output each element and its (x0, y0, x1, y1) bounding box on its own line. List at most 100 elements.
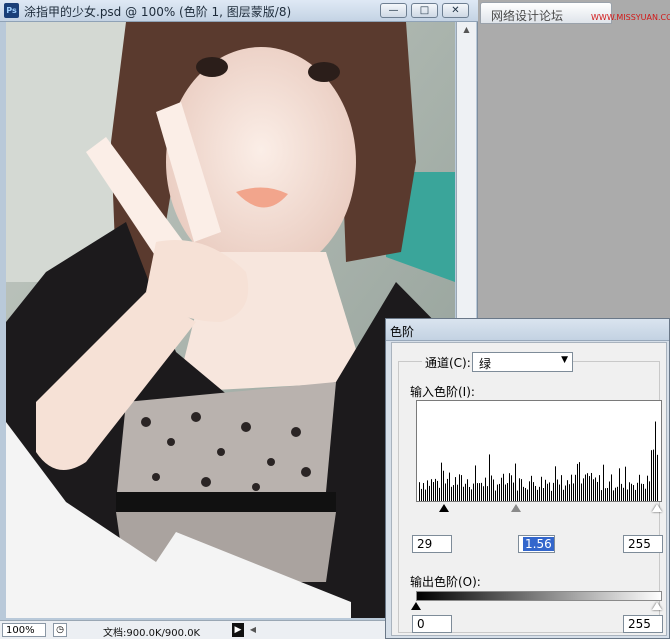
histogram-bar (423, 483, 424, 501)
output-slider[interactable] (411, 602, 662, 612)
histogram-bar (655, 421, 656, 501)
status-menu-arrow-icon[interactable]: ▶ (232, 623, 244, 637)
histogram-bar (429, 485, 430, 501)
output-black-handle[interactable] (411, 602, 421, 610)
output-black-field[interactable]: 0 (412, 615, 452, 633)
histogram-bar (567, 480, 568, 501)
histogram-bar (563, 489, 564, 501)
histogram-bar (461, 475, 462, 501)
histogram-bar (571, 474, 572, 501)
input-white-handle[interactable] (652, 504, 662, 512)
minimize-icon: — (388, 5, 399, 16)
histogram-bar (465, 483, 466, 501)
histogram-bar (531, 475, 532, 501)
histogram-bar (605, 488, 606, 501)
input-gamma-field[interactable]: 1.56 (518, 535, 555, 553)
levels-body: 通道(C): 绿 ▼ 输入色阶(I): 29 1.56 255 输出色阶(O):… (391, 342, 667, 636)
input-slider[interactable] (416, 504, 662, 514)
histogram-bar (603, 464, 604, 501)
histogram-bar (551, 490, 552, 501)
histogram-bar (467, 479, 468, 501)
histogram-bar (639, 474, 640, 501)
levels-title: 色阶 (390, 325, 415, 339)
histogram-bar (617, 486, 618, 501)
histogram-bar (473, 483, 474, 501)
histogram-bar (537, 489, 538, 501)
histogram-bar (503, 473, 504, 501)
panel-tab-label: 网络设计论坛 (491, 9, 564, 23)
histogram-bar (479, 483, 480, 501)
histogram-bar (615, 487, 616, 501)
input-black-handle[interactable] (439, 504, 449, 512)
status-info-icon[interactable]: ◷ (53, 623, 67, 637)
histogram-bar (443, 470, 444, 501)
histogram-bar (575, 474, 576, 501)
histogram-bar (591, 472, 592, 501)
histogram-bar (499, 483, 500, 501)
channel-select-value: 绿 (479, 357, 492, 371)
input-white-field[interactable]: 255 (623, 535, 663, 553)
histogram-bar (441, 462, 442, 501)
scroll-left-icon[interactable]: ◀ (246, 623, 260, 637)
histogram-bar (545, 479, 546, 501)
maximize-button[interactable]: □ (411, 3, 438, 18)
histogram-bar (641, 483, 642, 501)
close-button[interactable]: ✕ (442, 3, 469, 18)
histogram-bar (657, 454, 658, 501)
minimize-button[interactable]: — (380, 3, 407, 18)
scroll-up-icon[interactable]: ▲ (457, 22, 476, 38)
histogram-bar (607, 487, 608, 501)
histogram-bar (573, 483, 574, 501)
histogram-bar (619, 468, 620, 501)
levels-titlebar[interactable]: 色阶 (386, 319, 669, 341)
document-titlebar[interactable]: Ps 涂指甲的少女.psd @ 100% (色阶 1, 图层蒙版/8) — □ … (0, 0, 478, 22)
histogram-bar (611, 474, 612, 501)
histogram-bar (543, 488, 544, 501)
output-gradient (416, 591, 662, 601)
histogram-bar (633, 485, 634, 501)
histogram-bar (439, 487, 440, 501)
histogram-bar (643, 483, 644, 501)
histogram-bar (557, 479, 558, 501)
histogram-bar (483, 486, 484, 501)
histogram-bar (507, 483, 508, 501)
histogram-bar (505, 484, 506, 501)
histogram-bar (519, 478, 520, 501)
histogram-bar (647, 475, 648, 501)
histogram-bar (431, 479, 432, 501)
histogram-bar (561, 475, 562, 501)
close-icon: ✕ (451, 5, 460, 16)
histogram-bar (511, 475, 512, 501)
histogram-bar (517, 490, 518, 501)
histogram-bar (555, 466, 556, 501)
output-white-handle[interactable] (652, 602, 662, 610)
histogram-bar (645, 488, 646, 501)
histogram-bar (437, 480, 438, 501)
zoom-field[interactable]: 100% (2, 623, 46, 637)
histogram-bar (493, 479, 494, 501)
watermark: WWW.MISSYUAN.COM (591, 13, 670, 22)
input-gamma-handle[interactable] (511, 504, 521, 512)
histogram-bar (623, 487, 624, 501)
histogram-bar (541, 476, 542, 501)
input-black-field[interactable]: 29 (412, 535, 452, 553)
histogram-bar (427, 480, 428, 501)
histogram-bar (583, 478, 584, 501)
histogram-bar (621, 483, 622, 501)
histogram-bar (435, 478, 436, 501)
maximize-icon: □ (419, 5, 430, 16)
histogram-bar (599, 475, 600, 501)
histogram-graph (419, 421, 658, 501)
histogram-bar (459, 474, 460, 501)
histogram-bar (515, 463, 516, 501)
histogram-bar (495, 490, 496, 501)
histogram-bar (453, 485, 454, 501)
histogram-bar (445, 483, 446, 501)
output-white-field[interactable]: 255 (623, 615, 663, 633)
histogram-bar (581, 483, 582, 501)
histogram-bar (601, 490, 602, 501)
histogram-bar (653, 449, 654, 501)
channel-label: 通道(C): (422, 354, 474, 371)
histogram-bar (497, 484, 498, 501)
channel-select[interactable]: 绿 ▼ (472, 352, 573, 372)
